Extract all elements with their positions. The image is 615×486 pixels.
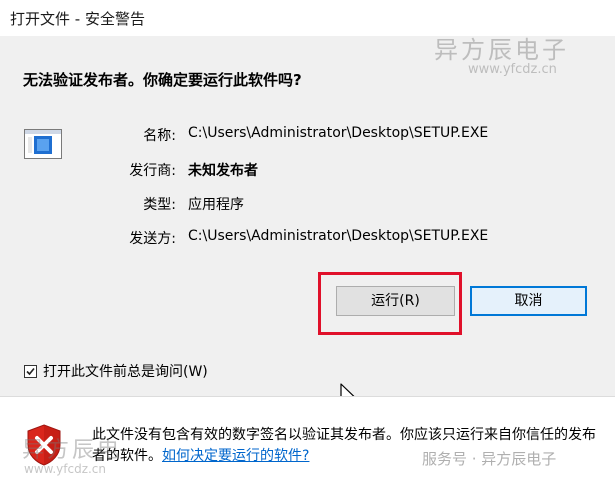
type-label-cell: 类型: xyxy=(100,194,176,214)
name-value: C:\Users\Administrator\Desktop\SETUP.EXE xyxy=(188,125,489,141)
dialog-content: 无法验证发布者。你确定要运行此软件吗? 名称: C:\Users\Adminis… xyxy=(0,36,615,408)
sender-label: 发送方: xyxy=(129,231,176,247)
window-title: 打开文件 - 安全警告 xyxy=(10,10,145,28)
run-button[interactable]: 运行(R) xyxy=(336,286,455,316)
footer-warning: 此文件没有包含有效的数字签名以验证其发布者。你应该只运行来自你信任的发布者的软件… xyxy=(0,397,615,486)
shield-warning-icon xyxy=(27,424,61,466)
name-label-cell: 名称: xyxy=(100,125,176,145)
title-bar: 打开文件 - 安全警告 xyxy=(0,0,615,36)
always-ask-checkbox-row[interactable]: 打开此文件前总是询问(W) xyxy=(24,361,208,381)
checkmark-icon xyxy=(26,367,35,375)
type-label: 类型: xyxy=(143,197,176,213)
warning-heading: 无法验证发布者。你确定要运行此软件吗? xyxy=(23,71,302,89)
application-file-icon xyxy=(24,129,62,159)
sender-value: C:\Users\Administrator\Desktop\SETUP.EXE xyxy=(188,228,489,244)
type-value: 应用程序 xyxy=(188,197,244,213)
name-label: 名称: xyxy=(143,128,176,144)
help-link[interactable]: 如何决定要运行的软件? xyxy=(162,448,309,464)
cancel-button[interactable]: 取消 xyxy=(470,286,587,316)
footer-message: 此文件没有包含有效的数字签名以验证其发布者。你应该只运行来自你信任的发布者的软件… xyxy=(92,425,602,467)
always-ask-label: 打开此文件前总是询问(W) xyxy=(43,364,208,380)
publisher-label-cell: 发行商: xyxy=(100,160,176,180)
publisher-value: 未知发布者 xyxy=(188,163,258,179)
sender-label-cell: 发送方: xyxy=(100,228,176,248)
always-ask-checkbox[interactable] xyxy=(24,364,37,378)
publisher-label: 发行商: xyxy=(129,163,176,179)
